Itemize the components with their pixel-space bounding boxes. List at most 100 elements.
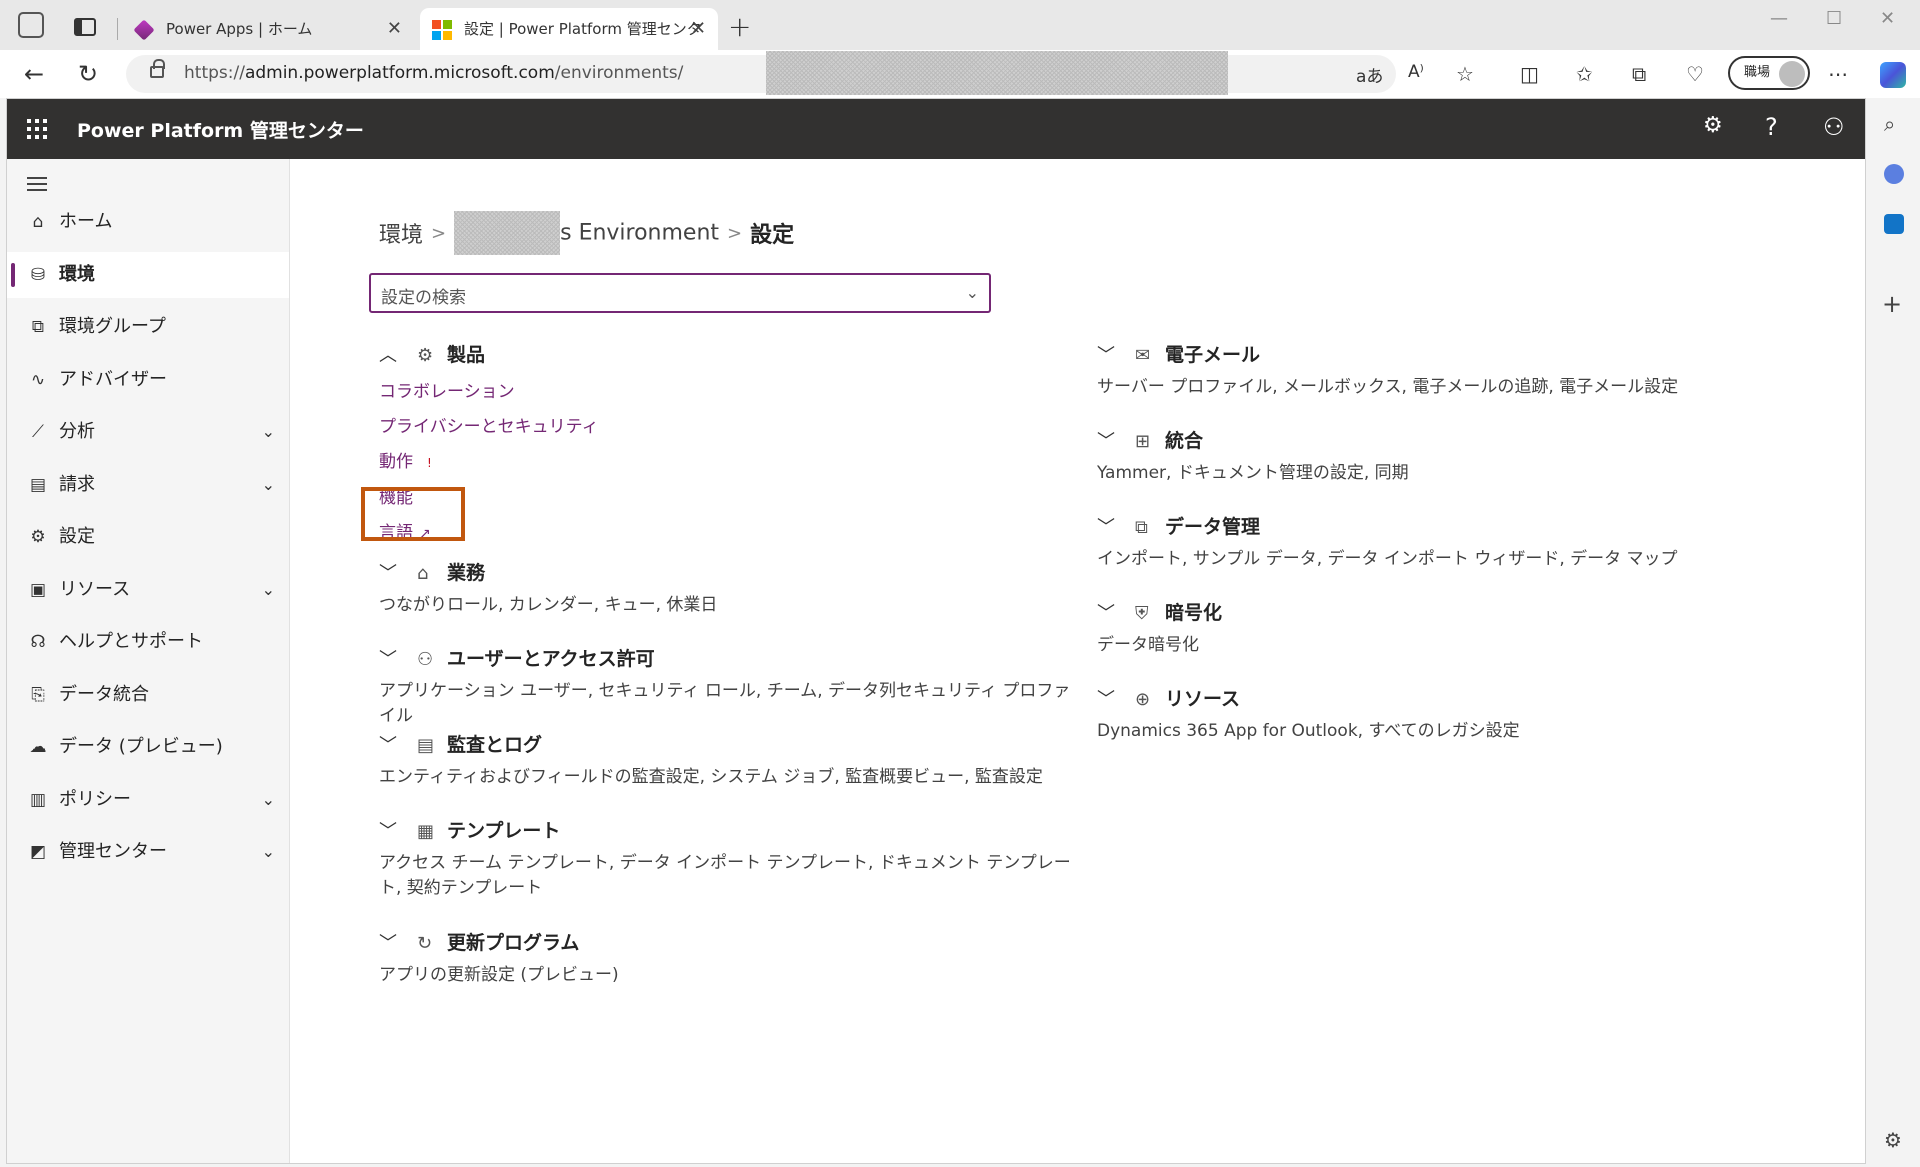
split-screen-icon[interactable]: ◫ (1520, 62, 1539, 86)
outlook-icon[interactable] (1884, 214, 1904, 234)
chevron-down-icon[interactable]: ⌄ (262, 409, 275, 455)
sidebar-item-8[interactable]: ☊ ヘルプとサポート (7, 619, 289, 665)
tab-settings-admin[interactable]: 設定 | Power Platform 管理センタ ✕ (420, 8, 718, 50)
section-header[interactable]: ︿ ⚙ 製品 (379, 339, 1079, 371)
favorites-icon[interactable]: ✩ (1576, 62, 1593, 86)
section-description[interactable]: つながりロール, カレンダー, キュー, 休業日 (379, 593, 1079, 618)
app-title[interactable]: Power Platform 管理センター (77, 116, 364, 143)
close-window-icon[interactable]: ✕ (1880, 8, 1895, 29)
sidebar-item-3[interactable]: ∿ アドバイザー (7, 357, 289, 403)
vertical-tabs-icon[interactable] (74, 18, 96, 36)
sidebar-item-2[interactable]: ⧉ 環境グループ (7, 304, 289, 350)
url-field[interactable]: https://admin.powerplatform.microsoft.co… (126, 51, 1396, 95)
section-header[interactable]: ﹀ ⊞ 統合 (1097, 425, 1777, 457)
collections-icon[interactable]: ⧉ (1632, 62, 1646, 86)
section-header[interactable]: ﹀ ▤ 監査とログ (379, 729, 1079, 761)
browser-essentials-icon[interactable]: ♡ (1686, 62, 1704, 86)
chevron-down-icon[interactable]: ⌄ (262, 777, 275, 823)
settings-section: ﹀ ⌂ 業務つながりロール, カレンダー, キュー, 休業日 (379, 557, 1079, 618)
new-tab-button[interactable]: + (728, 10, 751, 43)
section-description[interactable]: Yammer, ドキュメント管理の設定, 同期 (1097, 461, 1777, 486)
sidebar-item-9[interactable]: ⎘ データ統合 (7, 672, 289, 718)
chevron-down-icon[interactable]: ﹀ (379, 558, 417, 590)
settings-link[interactable]: 機能 (379, 481, 1079, 516)
section-header[interactable]: ﹀ ✉ 電子メール (1097, 339, 1777, 371)
settings-search-input[interactable]: 設定の検索 ⌄ (369, 273, 991, 313)
lock-icon (150, 59, 165, 78)
chevron-down-icon[interactable]: ﹀ (379, 644, 417, 676)
section-header[interactable]: ﹀ ⛨ 暗号化 (1097, 597, 1777, 629)
app-launcher-icon[interactable] (27, 119, 47, 139)
section-description[interactable]: アプリの更新設定 (プレビュー) (379, 963, 1079, 988)
sidebar-item-6[interactable]: ⚙ 設定 (7, 514, 289, 560)
section-description[interactable]: アクセス チーム テンプレート, データ インポート テンプレート, ドキュメン… (379, 851, 1079, 901)
close-icon[interactable]: ✕ (387, 8, 402, 50)
sidebar-item-label: 管理センター (59, 841, 167, 862)
back-icon[interactable]: ← (24, 60, 44, 88)
breadcrumb-environments[interactable]: 環境 (379, 223, 423, 248)
chevron-down-icon[interactable]: ﹀ (1097, 512, 1135, 544)
sidebar-item-4[interactable]: ⟋ 分析 ⌄ (7, 409, 289, 455)
tab-power-apps[interactable]: Power Apps | ホーム ✕ (122, 8, 414, 50)
chevron-down-icon[interactable]: ﹀ (1097, 340, 1135, 372)
close-icon[interactable]: ✕ (691, 8, 706, 50)
sidebar-item-12[interactable]: ◩ 管理センター ⌄ (7, 829, 289, 875)
chevron-down-icon[interactable]: ﹀ (379, 928, 417, 960)
discover-icon[interactable] (1884, 164, 1904, 184)
sidebar-settings-icon[interactable]: ⚙ (1884, 1128, 1902, 1152)
section-header[interactable]: ﹀ ⊕ リソース (1097, 683, 1777, 715)
left-navigation: ⌂ ホーム ⛁ 環境 ⧉ 環境グループ ∿ アドバイザー ⟋ 分析 ⌄ ▤ 請求 ⌄ ⚙ 設定 ▣ リソース ⌄ ☊ ヘ… (7, 159, 290, 1163)
translate-icon[interactable]: aあ (1356, 62, 1383, 87)
settings-gear-icon[interactable]: ⚙ (1703, 113, 1723, 138)
section-description[interactable]: サーバー プロファイル, メールボックス, 電子メールの追跡, 電子メール設定 (1097, 375, 1777, 400)
section-header[interactable]: ﹀ ▦ テンプレート (379, 815, 1079, 847)
copilot-icon[interactable] (1880, 62, 1906, 88)
chevron-down-icon[interactable]: ﹀ (379, 816, 417, 848)
workspaces-icon[interactable] (18, 12, 44, 38)
settings-link[interactable]: 動作! (379, 445, 1079, 481)
section-header[interactable]: ﹀ ⚇ ユーザーとアクセス許可 (379, 643, 1079, 675)
chevron-down-icon[interactable]: ﹀ (1097, 598, 1135, 630)
user-account-icon[interactable]: ⚇ (1823, 113, 1845, 141)
section-description[interactable]: エンティティおよびフィールドの監査設定, システム ジョブ, 監査概要ビュー, … (379, 765, 1079, 790)
sidebar-item-10[interactable]: ☁ データ (プレビュー) (7, 724, 289, 770)
hamburger-menu-icon[interactable] (27, 177, 47, 195)
chevron-up-icon[interactable]: ︿ (379, 340, 417, 372)
chevron-down-icon[interactable]: ﹀ (379, 730, 417, 762)
sidebar-item-5[interactable]: ▤ 請求 ⌄ (7, 462, 289, 508)
search-icon[interactable]: ⌕ (1884, 112, 1895, 136)
section-description[interactable]: データ暗号化 (1097, 633, 1777, 658)
mail-icon: ✉ (1135, 345, 1151, 366)
section-title: 暗号化 (1165, 602, 1223, 624)
breadcrumb-environment-name[interactable]: s Environment (560, 221, 719, 246)
more-icon[interactable]: ⋯ (1828, 62, 1848, 86)
section-description[interactable]: アプリケーション ユーザー, セキュリティ ロール, チーム, データ列セキュリ… (379, 679, 1079, 729)
chevron-right-icon: > (727, 222, 743, 244)
refresh-icon[interactable]: ↻ (78, 60, 98, 88)
sidebar-item-0[interactable]: ⌂ ホーム (7, 199, 289, 245)
minimize-icon[interactable]: — (1770, 8, 1788, 29)
settings-link[interactable]: 言語 ↗ (379, 516, 1079, 552)
section-description[interactable]: インポート, サンプル データ, データ インポート ウィザード, データ マッ… (1097, 547, 1777, 572)
settings-link[interactable]: コラボレーション (379, 375, 1079, 410)
chevron-down-icon[interactable]: ⌄ (966, 283, 979, 302)
help-icon[interactable]: ? (1765, 113, 1778, 141)
sidebar-item-7[interactable]: ▣ リソース ⌄ (7, 567, 289, 613)
chevron-down-icon[interactable]: ⌄ (262, 462, 275, 508)
add-icon[interactable]: + (1882, 290, 1902, 318)
chevron-down-icon[interactable]: ﹀ (1097, 426, 1135, 458)
chevron-down-icon[interactable]: ⌄ (262, 567, 275, 613)
profile-button[interactable]: 職場 (1728, 56, 1810, 90)
read-aloud-icon[interactable]: A⁾ (1408, 62, 1424, 82)
chevron-down-icon[interactable]: ﹀ (1097, 684, 1135, 716)
section-header[interactable]: ﹀ ⌂ 業務 (379, 557, 1079, 589)
maximize-icon[interactable]: ☐ (1826, 8, 1842, 29)
chevron-down-icon[interactable]: ⌄ (262, 829, 275, 875)
section-header[interactable]: ﹀ ⧉ データ管理 (1097, 511, 1777, 543)
favorite-star-icon[interactable]: ☆ (1456, 62, 1474, 86)
section-header[interactable]: ﹀ ↻ 更新プログラム (379, 927, 1079, 959)
sidebar-item-11[interactable]: ▥ ポリシー ⌄ (7, 777, 289, 823)
settings-link[interactable]: プライバシーとセキュリティ (379, 410, 1079, 445)
section-description[interactable]: Dynamics 365 App for Outlook, すべてのレガシ設定 (1097, 719, 1777, 744)
sidebar-item-1[interactable]: ⛁ 環境 (7, 251, 289, 298)
